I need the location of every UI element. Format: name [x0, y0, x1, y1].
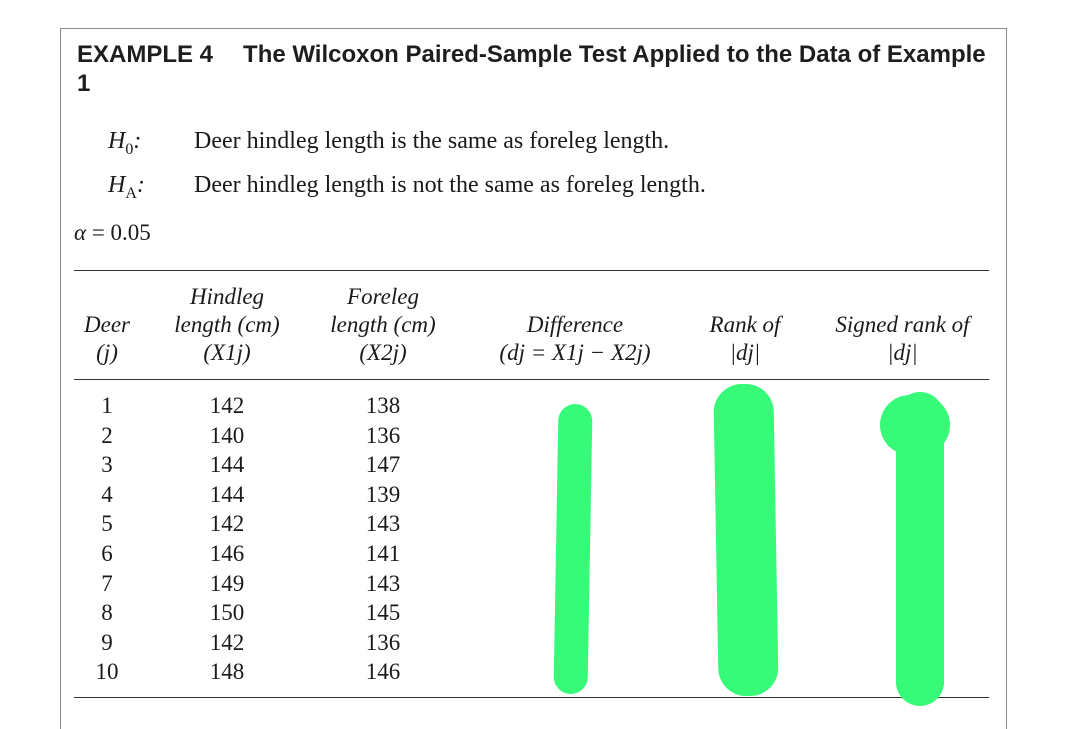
example-header: EXAMPLE 4 The Wilcoxon Paired-Sample Test… [77, 40, 997, 98]
cell-deer: 3 [101, 452, 113, 478]
cell-foreleg: 136 [365, 629, 401, 655]
cell-deer: 9 [101, 629, 113, 655]
cell-foreleg: 147 [365, 452, 401, 478]
cell-foreleg: 145 [365, 600, 401, 626]
cell-hindleg: 146 [209, 541, 245, 566]
cell-hindleg: 142 [209, 393, 245, 418]
ha-text: Deer hindleg length is not the same as f… [194, 172, 706, 198]
cell-foreleg: 136 [365, 422, 401, 448]
cell-foreleg: 146 [365, 659, 401, 685]
table-top-rule [74, 270, 989, 272]
table-header-rule [74, 379, 989, 381]
cell-hindleg: 150 [209, 600, 245, 626]
highlighter-mark-rank [713, 383, 779, 697]
alpha-symbol: α [74, 220, 87, 245]
cell-deer: 10 [95, 659, 119, 685]
cell-hindleg: 142 [209, 629, 245, 655]
highlighter-mark-difference [553, 403, 593, 695]
example-label: EXAMPLE 4 [77, 41, 214, 68]
cell-foreleg: 143 [365, 511, 401, 537]
cell-hindleg: 140 [209, 422, 245, 448]
cell-foreleg: 143 [365, 570, 401, 596]
cell-deer: 1 [101, 393, 113, 418]
cell-hindleg: 144 [209, 452, 245, 478]
alpha-value: = 0.05 [91, 220, 151, 245]
h0-symbol: H0: [108, 128, 142, 158]
ha-symbol: HA: [108, 172, 145, 202]
cell-hindleg: 149 [209, 570, 245, 596]
cell-deer: 7 [101, 570, 113, 596]
cell-deer: 6 [101, 541, 113, 566]
cell-hindleg: 144 [209, 481, 245, 507]
significance-level: α = 0.05 [74, 220, 151, 246]
cell-deer: 2 [101, 422, 113, 448]
cell-foreleg: 141 [365, 541, 401, 566]
header-rank: Rank of |dj| [709, 312, 781, 365]
cell-hindleg: 148 [209, 659, 245, 685]
cell-foreleg: 139 [365, 481, 401, 507]
h0-text: Deer hindleg length is the same as forel… [194, 128, 670, 154]
cell-hindleg: 142 [209, 511, 245, 537]
table-bottom-rule [74, 697, 989, 699]
example-title: The Wilcoxon Paired-Sample Test Applied … [77, 41, 986, 97]
cell-deer: 5 [101, 511, 113, 537]
cell-deer: 8 [101, 600, 113, 626]
header-foreleg: Foreleg length (cm) (X2j) [330, 284, 436, 365]
cell-deer: 4 [101, 481, 113, 507]
header-difference: Difference (dj = X1j − X2j) [499, 312, 651, 365]
header-hindleg: Hindleg length (cm) (X1j) [174, 284, 280, 365]
header-deer: Deer (j) [84, 312, 130, 365]
cell-foreleg: 138 [365, 393, 401, 418]
highlighter-mark-signed-rank-top [880, 395, 950, 455]
header-signed-rank: Signed rank of |dj| [835, 312, 970, 365]
